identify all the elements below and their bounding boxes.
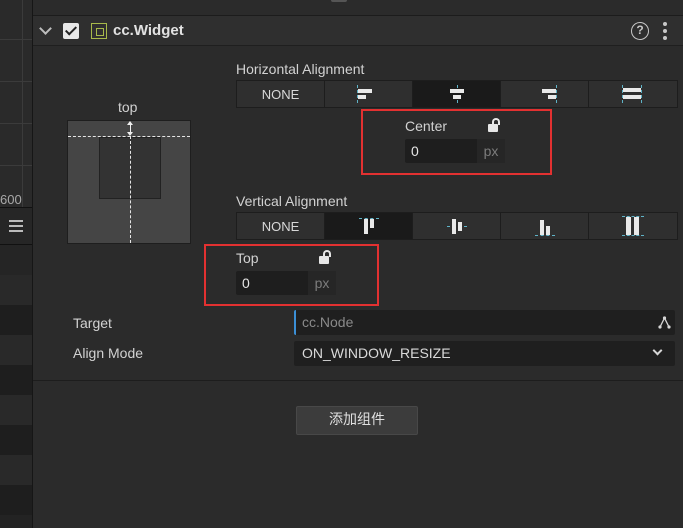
node-picker-icon[interactable] xyxy=(658,316,671,329)
previous-component-edge xyxy=(33,0,683,16)
align-bottom-icon xyxy=(535,216,555,236)
hierarchy-menu-button[interactable] xyxy=(0,207,32,245)
vertical-alignment-group: NONE xyxy=(236,212,678,240)
double-arrow-icon xyxy=(127,121,134,136)
align-mode-label: Align Mode xyxy=(73,345,144,361)
v-align-bottom-button[interactable] xyxy=(501,213,589,239)
grid-line xyxy=(0,39,32,40)
vertical-alignment-title: Vertical Alignment xyxy=(236,193,348,209)
align-right-icon xyxy=(539,85,559,103)
preview-label: top xyxy=(118,99,138,115)
resize-knob[interactable] xyxy=(331,0,347,2)
align-left-icon xyxy=(355,85,375,103)
align-mode-value: ON_WINDOW_RESIZE xyxy=(302,345,451,361)
align-mode-select[interactable]: ON_WINDOW_RESIZE xyxy=(294,341,675,366)
target-node-placeholder: cc.Node xyxy=(302,314,354,330)
center-offset-input[interactable]: 0 px xyxy=(405,139,505,163)
more-options-icon[interactable] xyxy=(662,22,668,40)
chevron-down-icon xyxy=(652,345,663,356)
h-align-center-button[interactable] xyxy=(413,81,501,107)
h-align-right-button[interactable] xyxy=(501,81,589,107)
component-header[interactable]: cc.Widget ? xyxy=(33,16,683,46)
scene-panel-edge: 600 xyxy=(0,0,33,528)
horizontal-alignment-title: Horizontal Alignment xyxy=(236,61,365,77)
widget-component-icon xyxy=(91,23,107,39)
component-title: cc.Widget xyxy=(113,22,184,39)
unlocked-padlock-icon[interactable] xyxy=(319,250,331,264)
hierarchy-row[interactable] xyxy=(0,275,32,305)
align-center-icon xyxy=(447,85,467,103)
target-node-field[interactable]: cc.Node xyxy=(294,310,675,335)
h-align-left-button[interactable] xyxy=(325,81,413,107)
hierarchy-row[interactable] xyxy=(0,245,32,275)
align-stretch-vertical-icon xyxy=(622,215,644,237)
grid-coordinate-label: 600 xyxy=(0,192,22,207)
hamburger-icon xyxy=(9,220,23,232)
hierarchy-row[interactable] xyxy=(0,335,32,365)
hierarchy-row[interactable] xyxy=(0,425,32,455)
align-stretch-horizontal-icon xyxy=(621,85,643,103)
center-offset-unit: px xyxy=(477,139,505,163)
hierarchy-row[interactable] xyxy=(0,305,32,335)
hierarchy-row[interactable] xyxy=(0,455,32,485)
help-icon[interactable]: ? xyxy=(631,22,649,40)
top-offset-unit: px xyxy=(308,271,336,295)
collapse-chevron-icon[interactable] xyxy=(39,22,52,35)
align-middle-icon xyxy=(447,216,467,236)
grid-line xyxy=(22,0,23,207)
align-top-icon xyxy=(359,216,379,236)
center-offset-value[interactable]: 0 xyxy=(405,143,477,159)
preview-guide-horizontal xyxy=(68,136,190,137)
grid-line xyxy=(0,123,32,124)
preview-guide-vertical xyxy=(130,136,131,243)
v-align-stretch-button[interactable] xyxy=(589,213,677,239)
component-enabled-checkbox[interactable] xyxy=(63,23,79,39)
center-field-label: Center xyxy=(405,118,448,134)
hierarchy-row[interactable] xyxy=(0,485,32,515)
unlocked-padlock-icon[interactable] xyxy=(488,118,500,132)
top-offset-value[interactable]: 0 xyxy=(236,275,308,291)
hierarchy-row[interactable] xyxy=(0,395,32,425)
h-align-none-button[interactable]: NONE xyxy=(237,81,325,107)
top-offset-input[interactable]: 0 px xyxy=(236,271,336,295)
scene-grid: 600 xyxy=(0,0,32,207)
add-component-button[interactable]: 添加组件 xyxy=(296,406,418,435)
alignment-preview xyxy=(67,120,191,244)
grid-line xyxy=(0,81,32,82)
horizontal-alignment-group: NONE xyxy=(236,80,678,108)
v-align-none-button[interactable]: NONE xyxy=(237,213,325,239)
target-label: Target xyxy=(73,315,112,331)
grid-line xyxy=(0,165,32,166)
v-align-middle-button[interactable] xyxy=(413,213,501,239)
section-divider xyxy=(33,380,683,381)
v-align-top-button[interactable] xyxy=(325,213,413,239)
h-align-stretch-button[interactable] xyxy=(589,81,677,107)
top-field-label: Top xyxy=(236,250,259,266)
hierarchy-row[interactable] xyxy=(0,365,32,395)
